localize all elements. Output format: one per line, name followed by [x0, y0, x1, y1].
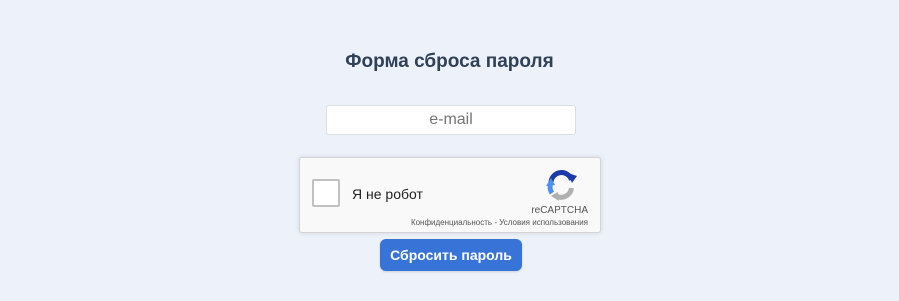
reset-password-button[interactable]: Сбросить пароль: [380, 239, 522, 271]
privacy-link[interactable]: Конфиденциальность: [411, 218, 492, 227]
recaptcha-brand: reCAPTCHA: [531, 205, 588, 216]
page-title: Форма сброса пароля: [345, 51, 554, 72]
recaptcha-widget: Я не робот reCAPTCHA Конфиденциальность …: [299, 157, 601, 233]
recaptcha-label: Я не робот: [352, 186, 423, 202]
recaptcha-links: Конфиденциальность - Условия использован…: [411, 218, 588, 228]
email-field[interactable]: [326, 105, 576, 135]
recaptcha-checkbox[interactable]: [312, 179, 340, 207]
recaptcha-logo-icon: [546, 170, 577, 201]
terms-link[interactable]: Условия использования: [499, 218, 588, 227]
